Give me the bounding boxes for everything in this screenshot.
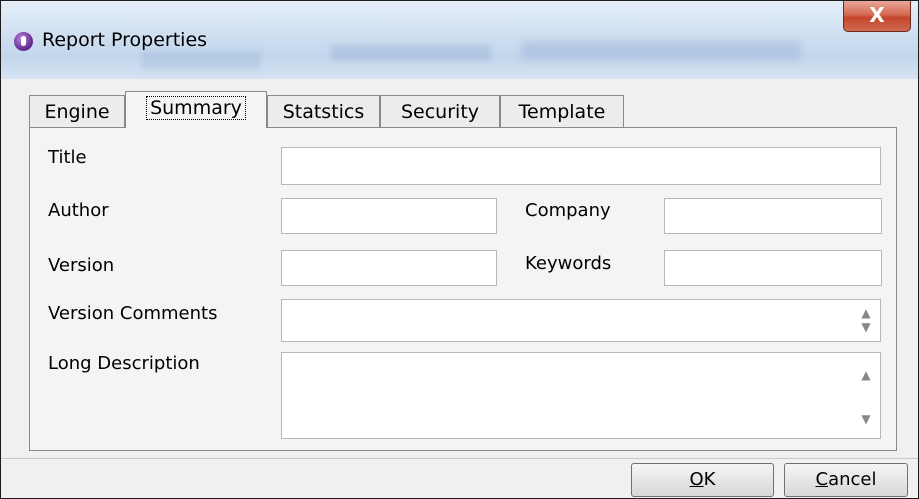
tab-label: Engine xyxy=(44,101,110,123)
long-description-label: Long Description xyxy=(48,353,200,374)
tab-label: Template xyxy=(518,101,606,123)
company-input[interactable] xyxy=(664,198,882,234)
scroll-down-arrow-icon[interactable]: ▼ xyxy=(854,409,878,429)
title-bar[interactable]: Report Properties X xyxy=(1,1,918,79)
close-button[interactable]: X xyxy=(843,1,911,32)
tab-label: Statstics xyxy=(282,101,365,123)
tab-summary[interactable]: Summary xyxy=(125,91,267,128)
ok-label-rest: K xyxy=(703,469,716,490)
tab-statstics[interactable]: Statstics xyxy=(267,95,380,127)
version-comments-scrollbar[interactable]: ▲ ▼ xyxy=(854,306,878,336)
tab-security[interactable]: Security xyxy=(380,95,500,127)
author-input[interactable] xyxy=(281,198,497,234)
keywords-label: Keywords xyxy=(525,253,612,274)
version-input[interactable] xyxy=(281,250,497,286)
background-blur xyxy=(141,51,261,69)
title-label: Title xyxy=(48,147,87,168)
summary-panel: Title Author Company Version Keywords Ve… xyxy=(29,127,897,451)
company-label: Company xyxy=(525,200,611,221)
scroll-up-arrow-icon[interactable]: ▲ xyxy=(854,306,878,320)
keywords-input[interactable] xyxy=(664,250,882,286)
window-title: Report Properties xyxy=(42,29,208,51)
tab-template[interactable]: Template xyxy=(500,95,624,127)
background-blur xyxy=(331,45,491,61)
title-input[interactable] xyxy=(281,147,881,185)
author-label: Author xyxy=(48,200,109,221)
cancel-label-rest: ancel xyxy=(828,469,877,490)
ok-mnemonic: O xyxy=(689,469,704,490)
scroll-track[interactable] xyxy=(854,385,878,409)
report-properties-dialog: Report Properties X Engine Summary Stats… xyxy=(0,0,919,499)
tab-label: Summary xyxy=(146,96,246,120)
app-icon xyxy=(14,32,33,51)
cancel-button[interactable]: Cancel xyxy=(784,463,908,497)
close-icon: X xyxy=(869,3,885,27)
ok-button[interactable]: OK xyxy=(631,463,774,497)
background-blur xyxy=(521,41,801,61)
scroll-up-arrow-icon[interactable]: ▲ xyxy=(854,365,878,385)
version-comments-textarea[interactable]: ▲ ▼ xyxy=(281,299,881,342)
tab-label: Security xyxy=(400,101,480,123)
version-comments-label: Version Comments xyxy=(48,303,218,324)
long-description-textarea[interactable]: ▲ ▼ xyxy=(281,352,881,439)
scroll-down-arrow-icon[interactable]: ▼ xyxy=(854,320,878,334)
long-description-scrollbar[interactable]: ▲ ▼ xyxy=(854,365,878,429)
tab-engine[interactable]: Engine xyxy=(29,95,125,127)
version-label: Version xyxy=(48,255,115,276)
cancel-mnemonic: C xyxy=(815,469,829,490)
footer-divider xyxy=(1,458,918,459)
